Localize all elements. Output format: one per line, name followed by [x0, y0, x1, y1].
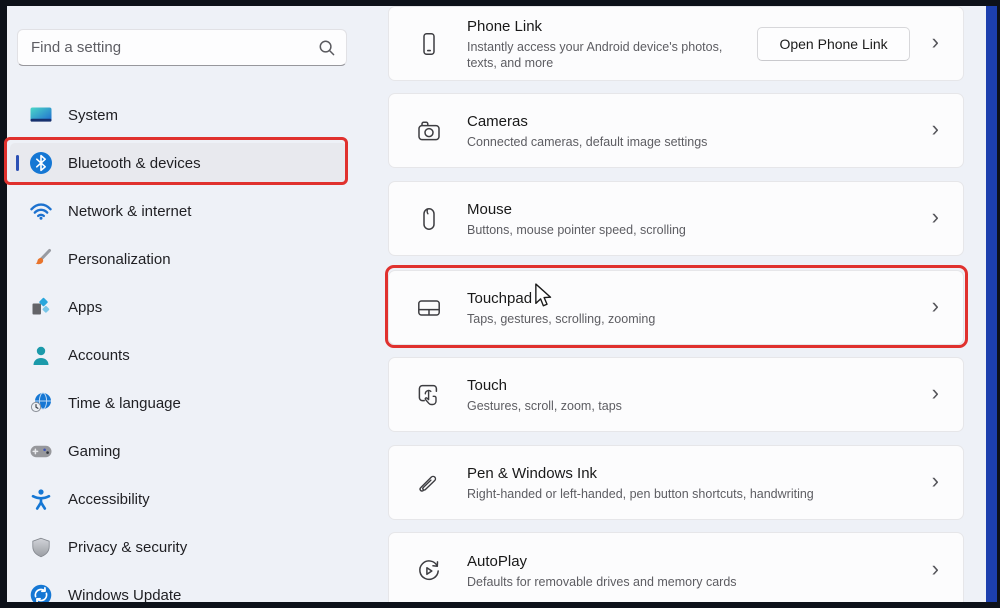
chevron-right-icon: ›	[932, 31, 939, 53]
frame-edge-bottom	[0, 602, 1000, 608]
desktop-background-strip	[986, 5, 997, 602]
sidebar-item-accessibility[interactable]: Accessibility	[10, 479, 347, 519]
card-title: Mouse	[467, 200, 932, 219]
sidebar-item-personalization[interactable]: Personalization	[10, 239, 347, 279]
card-subtitle: Taps, gestures, scrolling, zooming	[467, 311, 932, 327]
card-subtitle: Connected cameras, default image setting…	[467, 134, 932, 150]
touch-icon	[416, 382, 442, 408]
sidebar-item-label: Gaming	[68, 443, 121, 460]
card-title: Touchpad	[467, 289, 932, 308]
autoplay-icon	[416, 558, 442, 584]
apps-icon	[29, 295, 53, 319]
chevron-right-icon: ›	[932, 558, 939, 580]
card-touchpad[interactable]: Touchpad Taps, gestures, scrolling, zoom…	[388, 270, 964, 345]
sidebar-item-label: Network & internet	[68, 203, 191, 220]
system-icon	[29, 103, 53, 127]
card-pen-windows-ink[interactable]: Pen & Windows Ink Right-handed or left-h…	[388, 445, 964, 520]
bluetooth-icon	[29, 151, 53, 175]
card-title: AutoPlay	[467, 552, 932, 571]
touchpad-icon	[416, 295, 442, 321]
search-input[interactable]	[17, 29, 347, 66]
card-autoplay[interactable]: AutoPlay Defaults for removable drives a…	[388, 532, 964, 608]
camera-icon	[416, 118, 442, 144]
mouse-icon	[416, 206, 442, 232]
chevron-right-icon: ›	[932, 470, 939, 492]
sidebar-item-label: Bluetooth & devices	[68, 155, 201, 172]
frame-edge-top	[0, 0, 1000, 6]
sidebar-item-label: Accounts	[68, 347, 130, 364]
chevron-right-icon: ›	[932, 382, 939, 404]
selected-indicator	[16, 155, 19, 171]
card-title: Phone Link	[467, 17, 757, 36]
card-title: Cameras	[467, 112, 932, 131]
network-icon	[29, 199, 53, 223]
card-subtitle: Buttons, mouse pointer speed, scrolling	[467, 222, 932, 238]
accessibility-icon	[29, 487, 53, 511]
sidebar-item-apps[interactable]: Apps	[10, 287, 347, 327]
sidebar-item-time-language[interactable]: Time & language	[10, 383, 347, 423]
sidebar-item-gaming[interactable]: Gaming	[10, 431, 347, 471]
pen-icon	[416, 470, 442, 496]
card-title: Pen & Windows Ink	[467, 464, 932, 483]
card-title: Touch	[467, 376, 932, 395]
card-mouse[interactable]: Mouse Buttons, mouse pointer speed, scro…	[388, 181, 964, 256]
search-box[interactable]	[17, 29, 347, 66]
gaming-icon	[29, 439, 53, 463]
sidebar-item-label: Time & language	[68, 395, 181, 412]
card-subtitle: Right-handed or left-handed, pen button …	[467, 486, 932, 502]
card-subtitle: Defaults for removable drives and memory…	[467, 574, 932, 590]
sidebar-item-label: Apps	[68, 299, 102, 316]
privacy-shield-icon	[29, 535, 53, 559]
search-icon[interactable]	[318, 39, 336, 57]
sidebar-item-accounts[interactable]: Accounts	[10, 335, 347, 375]
phone-icon	[416, 31, 442, 57]
open-phone-link-button[interactable]: Open Phone Link	[757, 27, 909, 61]
sidebar-item-bluetooth-devices[interactable]: Bluetooth & devices	[10, 143, 347, 183]
card-cameras[interactable]: Cameras Connected cameras, default image…	[388, 93, 964, 168]
sidebar-item-label: Personalization	[68, 251, 171, 268]
card-touch[interactable]: Touch Gestures, scroll, zoom, taps ›	[388, 357, 964, 432]
sidebar-item-privacy-security[interactable]: Privacy & security	[10, 527, 347, 567]
sidebar-item-label: Windows Update	[68, 587, 181, 604]
sidebar-item-network-internet[interactable]: Network & internet	[10, 191, 347, 231]
chevron-right-icon: ›	[932, 118, 939, 140]
frame-edge-left	[0, 0, 7, 608]
sidebar-item-system[interactable]: System	[10, 95, 347, 135]
time-language-icon	[29, 391, 53, 415]
accounts-icon	[29, 343, 53, 367]
chevron-right-icon: ›	[932, 295, 939, 317]
card-subtitle: Gestures, scroll, zoom, taps	[467, 398, 932, 414]
sidebar-item-label: Accessibility	[68, 491, 150, 508]
personalization-icon	[29, 247, 53, 271]
sidebar-item-label: Privacy & security	[68, 539, 187, 556]
card-subtitle: Instantly access your Android device's p…	[467, 39, 729, 71]
chevron-right-icon: ›	[932, 206, 939, 228]
sidebar-item-label: System	[68, 107, 118, 124]
card-phone-link[interactable]: Phone Link Instantly access your Android…	[388, 6, 964, 81]
settings-window: System Bluetooth & devices Network & int…	[0, 0, 1000, 608]
